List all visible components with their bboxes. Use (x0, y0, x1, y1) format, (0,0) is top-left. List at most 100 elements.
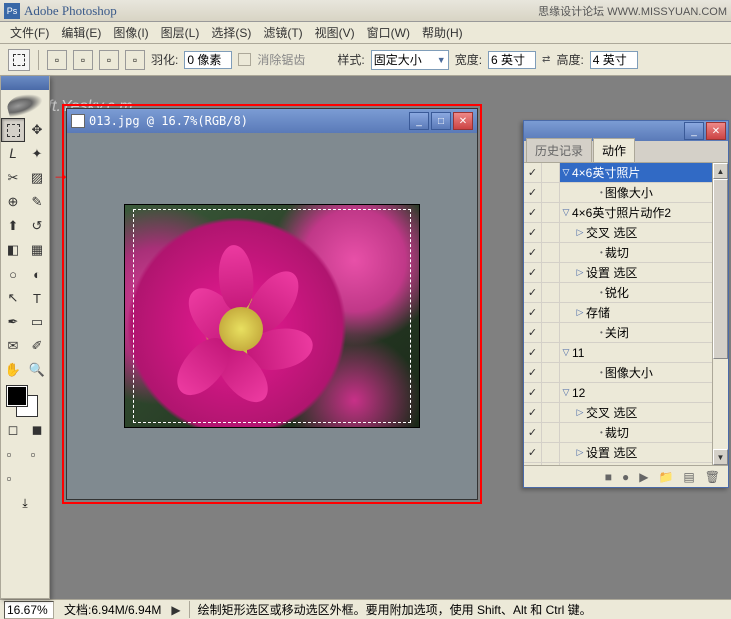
toggle-check[interactable]: ✓ (524, 203, 542, 222)
dialog-toggle[interactable] (542, 443, 560, 462)
dialog-toggle[interactable] (542, 383, 560, 402)
toggle-check[interactable]: ✓ (524, 383, 542, 402)
swap-icon[interactable]: ⇄ (542, 54, 550, 65)
stamp-tool[interactable]: ⬆ (1, 214, 25, 238)
jump-to-imageready-icon[interactable]: ⤓ (1, 490, 49, 516)
color-swatch[interactable] (1, 382, 49, 418)
menu-layer[interactable]: 图层(L) (155, 22, 206, 43)
action-row[interactable]: ✓▷设置 选区 (524, 443, 728, 463)
new-set-icon[interactable]: 📁 (658, 470, 673, 484)
disclosure-icon[interactable]: ▷ (574, 307, 586, 318)
dialog-toggle[interactable] (542, 323, 560, 342)
screen-mode-2-icon[interactable]: ▫ (25, 442, 41, 466)
dialog-toggle[interactable] (542, 203, 560, 222)
standard-mode-icon[interactable]: ◻ (1, 418, 25, 442)
tab-history[interactable]: 历史记录 (526, 138, 592, 162)
doc-size-info[interactable]: 文档:6.94M/6.94M (58, 600, 167, 619)
marquee-tool[interactable] (1, 118, 25, 142)
crop-tool[interactable]: ✂ (1, 166, 25, 190)
zoom-tool[interactable]: 🔍 (25, 358, 49, 382)
play-icon[interactable]: ▶ (639, 470, 648, 484)
disclosure-icon[interactable]: ▷ (574, 447, 586, 458)
zoom-level[interactable]: 16.67% (4, 601, 54, 619)
action-row[interactable]: ✓•关闭 (524, 323, 728, 343)
shape-tool[interactable]: ▭ (25, 310, 49, 334)
dialog-toggle[interactable] (542, 403, 560, 422)
actions-list[interactable]: ✓▽4×6英寸照片✓•图像大小✓▽4×6英寸照片动作2✓▷交叉 选区✓•裁切✓▷… (524, 163, 728, 465)
document-titlebar[interactable]: 013.jpg @ 16.7%(RGB/8) _ □ ✕ (67, 109, 477, 133)
brush-tool[interactable]: ✎ (25, 190, 49, 214)
gradient-tool[interactable]: ▦ (25, 238, 49, 262)
path-tool[interactable]: ↖ (1, 286, 25, 310)
slice-tool[interactable]: ▨ (25, 166, 49, 190)
feather-input[interactable] (184, 51, 232, 69)
disclosure-icon[interactable]: ▽ (560, 207, 572, 218)
menu-edit[interactable]: 编辑(E) (55, 22, 107, 43)
action-row[interactable]: ✓•锐化 (524, 463, 728, 465)
blur-tool[interactable]: ○ (1, 262, 25, 286)
menu-image[interactable]: 图像(I) (107, 22, 154, 43)
toggle-check[interactable]: ✓ (524, 343, 542, 362)
style-select[interactable]: 固定大小 ▼ (371, 50, 449, 70)
toggle-check[interactable]: ✓ (524, 163, 542, 182)
history-brush-tool[interactable]: ↺ (25, 214, 49, 238)
dialog-toggle[interactable] (542, 363, 560, 382)
new-action-icon[interactable]: ▤ (683, 470, 694, 484)
action-row[interactable]: ✓▷交叉 选区 (524, 403, 728, 423)
action-row[interactable]: ✓•图像大小 (524, 183, 728, 203)
notes-tool[interactable]: ✉ (1, 334, 25, 358)
toggle-check[interactable]: ✓ (524, 323, 542, 342)
action-row[interactable]: ✓▽11 (524, 343, 728, 363)
width-input[interactable] (488, 51, 536, 69)
selection-add-icon[interactable]: ▫ (73, 50, 93, 70)
selection-new-icon[interactable]: ▫ (47, 50, 67, 70)
toggle-check[interactable]: ✓ (524, 243, 542, 262)
action-row[interactable]: ✓▽4×6英寸照片 (524, 163, 728, 183)
wand-tool[interactable]: ✦ (25, 142, 49, 166)
menu-select[interactable]: 选择(S) (205, 22, 257, 43)
dialog-toggle[interactable] (542, 343, 560, 362)
type-tool[interactable]: T (25, 286, 49, 310)
toggle-check[interactable]: ✓ (524, 303, 542, 322)
eraser-tool[interactable]: ◧ (1, 238, 25, 262)
heal-tool[interactable]: ⊕ (1, 190, 25, 214)
eyedropper-tool[interactable]: ✐ (25, 334, 49, 358)
disclosure-icon[interactable]: ▽ (560, 347, 572, 358)
selection-subtract-icon[interactable]: ▫ (99, 50, 119, 70)
toggle-check[interactable]: ✓ (524, 223, 542, 242)
hand-tool[interactable]: ✋ (1, 358, 25, 382)
action-row[interactable]: ✓•图像大小 (524, 363, 728, 383)
lasso-tool[interactable]: 𝘓 (1, 142, 25, 166)
toggle-check[interactable]: ✓ (524, 443, 542, 462)
toggle-check[interactable]: ✓ (524, 283, 542, 302)
menu-view[interactable]: 视图(V) (309, 22, 361, 43)
tool-preset-icon[interactable] (8, 49, 30, 71)
action-row[interactable]: ✓•裁切 (524, 243, 728, 263)
disclosure-icon[interactable]: ▽ (560, 387, 572, 398)
menu-window[interactable]: 窗口(W) (361, 22, 416, 43)
toggle-check[interactable]: ✓ (524, 403, 542, 422)
disclosure-icon[interactable]: ▷ (574, 267, 586, 278)
document-canvas[interactable] (67, 133, 477, 499)
dialog-toggle[interactable] (542, 223, 560, 242)
maximize-button[interactable]: □ (431, 112, 451, 130)
action-row[interactable]: ✓▷存储 (524, 303, 728, 323)
action-row[interactable]: ✓▷交叉 选区 (524, 223, 728, 243)
disclosure-icon[interactable]: ▷ (574, 407, 586, 418)
panel-minimize-button[interactable]: _ (684, 122, 704, 140)
scrollbar[interactable]: ▲ ▼ (712, 163, 728, 465)
dialog-toggle[interactable] (542, 183, 560, 202)
screen-mode-1-icon[interactable]: ▫ (1, 442, 17, 466)
toggle-check[interactable]: ✓ (524, 423, 542, 442)
disclosure-icon[interactable]: ▷ (574, 227, 586, 238)
disclosure-icon[interactable]: ▽ (560, 167, 572, 178)
dialog-toggle[interactable] (542, 303, 560, 322)
pen-tool[interactable]: ✒ (1, 310, 25, 334)
trash-icon[interactable]: 🗑 (705, 470, 720, 484)
toggle-check[interactable]: ✓ (524, 363, 542, 382)
dialog-toggle[interactable] (542, 163, 560, 182)
stop-icon[interactable]: ■ (605, 470, 612, 484)
scroll-down-icon[interactable]: ▼ (713, 449, 728, 465)
minimize-button[interactable]: _ (409, 112, 429, 130)
action-row[interactable]: ✓▷设置 选区 (524, 263, 728, 283)
